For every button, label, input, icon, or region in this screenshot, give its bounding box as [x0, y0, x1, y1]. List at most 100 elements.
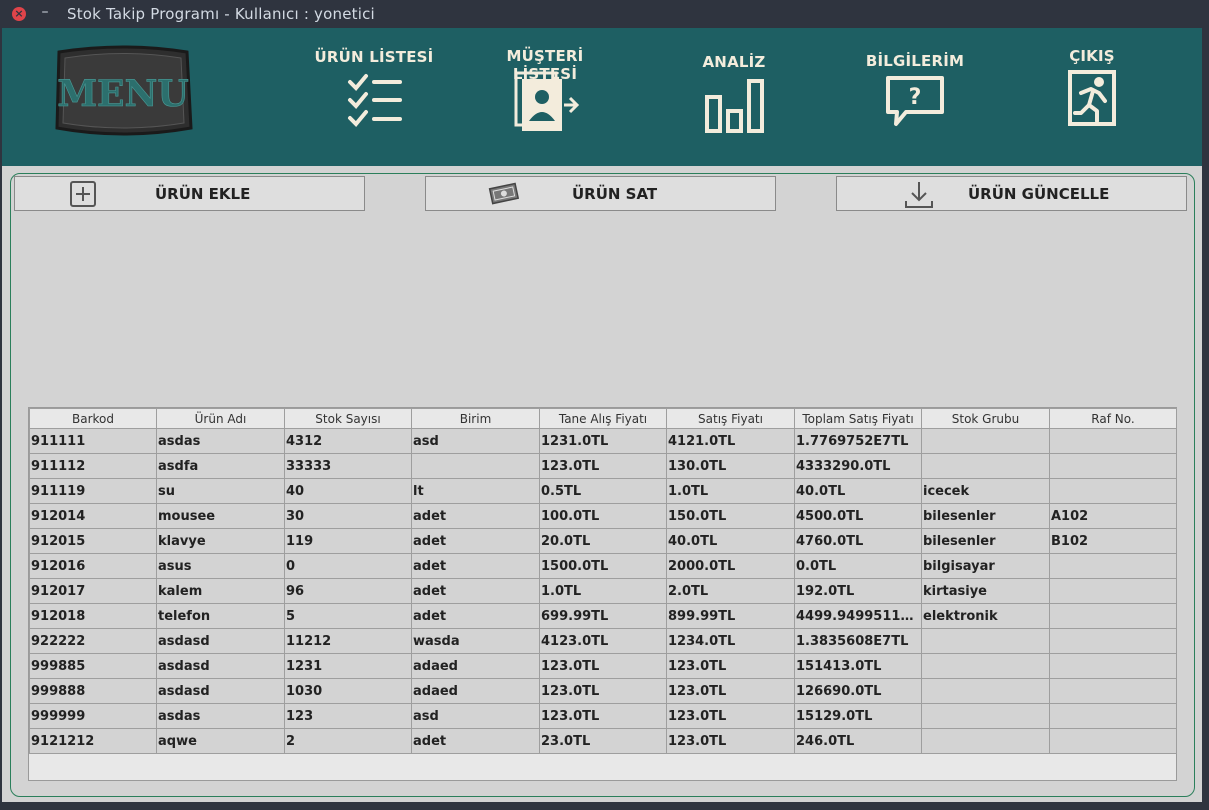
- cell-raf-no[interactable]: [1049, 478, 1177, 504]
- cell-raf-no[interactable]: [1049, 453, 1177, 479]
- cell-birim[interactable]: adaed: [411, 653, 540, 679]
- cell-birim[interactable]: adet: [411, 728, 540, 754]
- cell-barkod[interactable]: 912017: [29, 578, 157, 604]
- cell-tane-alis-fiyati[interactable]: 699.99TL: [539, 603, 667, 629]
- table-row[interactable]: 9121212 aqwe 2 adet 23.0TL 123.0TL 246.0TL: [29, 728, 1177, 754]
- cell-stok-sayisi[interactable]: 30: [284, 503, 412, 529]
- cell-birim[interactable]: adaed: [411, 678, 540, 704]
- cell-birim[interactable]: lt: [411, 478, 540, 504]
- cell-urun-adi[interactable]: klavye: [156, 528, 285, 554]
- cell-birim[interactable]: adet: [411, 603, 540, 629]
- cell-raf-no[interactable]: [1049, 603, 1177, 629]
- cell-toplam-satis-fiyati[interactable]: 0.0TL: [794, 553, 922, 579]
- table-row[interactable]: 999888 asdasd 1030 adaed 123.0TL 123.0TL 12669…: [29, 678, 1177, 704]
- cell-tane-alis-fiyati[interactable]: 1.0TL: [539, 578, 667, 604]
- cell-birim[interactable]: wasda: [411, 628, 540, 654]
- column-header-barkod[interactable]: Barkod: [29, 408, 157, 429]
- cell-stok-sayisi[interactable]: 123: [284, 703, 412, 729]
- cell-satis-fiyati[interactable]: 123.0TL: [666, 728, 795, 754]
- cell-toplam-satis-fiyati[interactable]: 4499.949951171...: [794, 603, 922, 629]
- cell-stok-sayisi[interactable]: 0: [284, 553, 412, 579]
- cell-toplam-satis-fiyati[interactable]: 246.0TL: [794, 728, 922, 754]
- cell-satis-fiyati[interactable]: 4121.0TL: [666, 428, 795, 454]
- cell-stok-grubu[interactable]: [921, 428, 1050, 454]
- cell-stok-sayisi[interactable]: 5: [284, 603, 412, 629]
- cell-stok-sayisi[interactable]: 1231: [284, 653, 412, 679]
- column-header-toplam-satis-fiyati[interactable]: Toplam Satış Fiyatı: [794, 408, 922, 429]
- nav-urun-listesi[interactable]: ÜRÜN LİSTESİ: [309, 48, 439, 148]
- cell-stok-grubu[interactable]: [921, 728, 1050, 754]
- cell-stok-grubu[interactable]: [921, 453, 1050, 479]
- cell-tane-alis-fiyati[interactable]: 0.5TL: [539, 478, 667, 504]
- column-header-raf-no[interactable]: Raf No.: [1049, 408, 1177, 429]
- nav-analiz[interactable]: ANALİZ: [669, 53, 799, 153]
- table-row[interactable]: 911119 su 40 lt 0.5TL 1.0TL 40.0TL icecek: [29, 478, 1177, 504]
- cell-raf-no[interactable]: [1049, 578, 1177, 604]
- cell-toplam-satis-fiyati[interactable]: 15129.0TL: [794, 703, 922, 729]
- cell-toplam-satis-fiyati[interactable]: 40.0TL: [794, 478, 922, 504]
- cell-raf-no[interactable]: B102: [1049, 528, 1177, 554]
- cell-raf-no[interactable]: [1049, 728, 1177, 754]
- cell-urun-adi[interactable]: su: [156, 478, 285, 504]
- cell-stok-grubu[interactable]: [921, 628, 1050, 654]
- cell-raf-no[interactable]: [1049, 678, 1177, 704]
- table-row[interactable]: 912018 telefon 5 adet 699.99TL 899.99TL 4499.9…: [29, 603, 1177, 629]
- cell-urun-adi[interactable]: asus: [156, 553, 285, 579]
- cell-birim[interactable]: adet: [411, 553, 540, 579]
- cell-urun-adi[interactable]: asdas: [156, 703, 285, 729]
- cell-satis-fiyati[interactable]: 1.0TL: [666, 478, 795, 504]
- cell-birim[interactable]: asd: [411, 703, 540, 729]
- cell-stok-sayisi[interactable]: 1030: [284, 678, 412, 704]
- cell-stok-grubu[interactable]: kirtasiye: [921, 578, 1050, 604]
- cell-toplam-satis-fiyati[interactable]: 126690.0TL: [794, 678, 922, 704]
- cell-toplam-satis-fiyati[interactable]: 151413.0TL: [794, 653, 922, 679]
- cell-stok-sayisi[interactable]: 119: [284, 528, 412, 554]
- cell-tane-alis-fiyati[interactable]: 123.0TL: [539, 653, 667, 679]
- urun-guncelle-button[interactable]: ÜRÜN GÜNCELLE: [836, 176, 1187, 211]
- cell-tane-alis-fiyati[interactable]: 23.0TL: [539, 728, 667, 754]
- cell-tane-alis-fiyati[interactable]: 20.0TL: [539, 528, 667, 554]
- urun-ekle-button[interactable]: ÜRÜN EKLE: [14, 176, 365, 211]
- cell-urun-adi[interactable]: aqwe: [156, 728, 285, 754]
- cell-raf-no[interactable]: [1049, 428, 1177, 454]
- cell-barkod[interactable]: 922222: [29, 628, 157, 654]
- cell-tane-alis-fiyati[interactable]: 100.0TL: [539, 503, 667, 529]
- cell-birim[interactable]: asd: [411, 428, 540, 454]
- cell-barkod[interactable]: 911119: [29, 478, 157, 504]
- table-row[interactable]: 999999 asdas 123 asd 123.0TL 123.0TL 15129.0TL: [29, 703, 1177, 729]
- column-header-satis-fiyati[interactable]: Satış Fiyatı: [666, 408, 795, 429]
- cell-urun-adi[interactable]: mousee: [156, 503, 285, 529]
- column-header-birim[interactable]: Birim: [411, 408, 540, 429]
- table-row[interactable]: 911111 asdas 4312 asd 1231.0TL 4121.0TL 1.7769…: [29, 428, 1177, 454]
- cell-barkod[interactable]: 999888: [29, 678, 157, 704]
- cell-urun-adi[interactable]: asdasd: [156, 653, 285, 679]
- cell-toplam-satis-fiyati[interactable]: 1.3835608E7TL: [794, 628, 922, 654]
- cell-stok-grubu[interactable]: bilesenler: [921, 503, 1050, 529]
- table-row[interactable]: 912016 asus 0 adet 1500.0TL 2000.0TL 0.0TL bilg…: [29, 553, 1177, 579]
- cell-satis-fiyati[interactable]: 150.0TL: [666, 503, 795, 529]
- cell-raf-no[interactable]: [1049, 653, 1177, 679]
- urun-sat-button[interactable]: ÜRÜN SAT: [425, 176, 776, 211]
- cell-raf-no[interactable]: [1049, 703, 1177, 729]
- cell-stok-sayisi[interactable]: 40: [284, 478, 412, 504]
- cell-stok-grubu[interactable]: icecek: [921, 478, 1050, 504]
- cell-stok-grubu[interactable]: elektronik: [921, 603, 1050, 629]
- cell-tane-alis-fiyati[interactable]: 4123.0TL: [539, 628, 667, 654]
- minimize-button[interactable]: –: [38, 2, 52, 22]
- close-button[interactable]: ×: [12, 7, 26, 21]
- cell-urun-adi[interactable]: asdfa: [156, 453, 285, 479]
- cell-tane-alis-fiyati[interactable]: 123.0TL: [539, 678, 667, 704]
- cell-urun-adi[interactable]: telefon: [156, 603, 285, 629]
- table-row[interactable]: 922222 asdasd 11212 wasda 4123.0TL 1234.0TL 1.…: [29, 628, 1177, 654]
- cell-birim[interactable]: [411, 453, 540, 479]
- cell-satis-fiyati[interactable]: 2.0TL: [666, 578, 795, 604]
- cell-satis-fiyati[interactable]: 2000.0TL: [666, 553, 795, 579]
- cell-barkod[interactable]: 912018: [29, 603, 157, 629]
- cell-satis-fiyati[interactable]: 123.0TL: [666, 678, 795, 704]
- product-table[interactable]: Barkod Ürün Adı Stok Sayısı Birim Tane A…: [28, 407, 1177, 781]
- cell-barkod[interactable]: 9121212: [29, 728, 157, 754]
- cell-tane-alis-fiyati[interactable]: 1231.0TL: [539, 428, 667, 454]
- cell-stok-sayisi[interactable]: 2: [284, 728, 412, 754]
- cell-raf-no[interactable]: [1049, 628, 1177, 654]
- cell-stok-sayisi[interactable]: 96: [284, 578, 412, 604]
